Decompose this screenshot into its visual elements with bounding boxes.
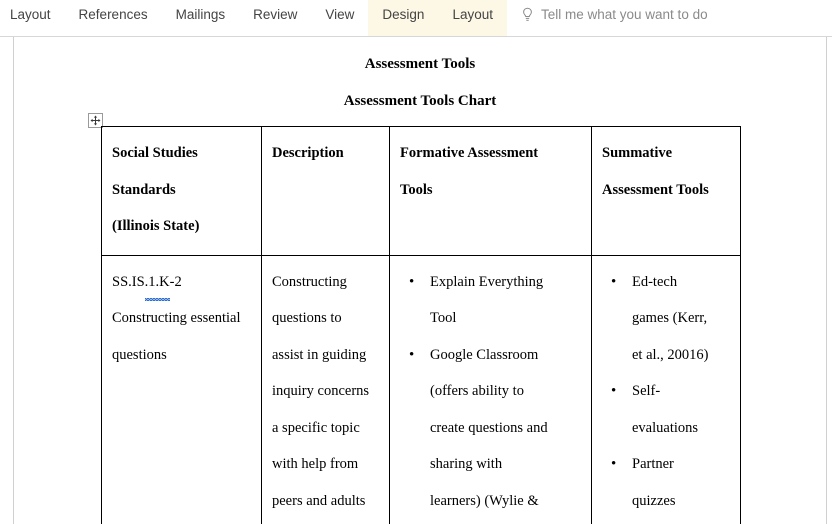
cell-line: games (Kerr, xyxy=(632,310,708,326)
table-header-cell-standards[interactable]: Social Studies Standards (Illinois State… xyxy=(101,126,262,256)
table-tools-contextual-tabs: Design Layout xyxy=(368,0,507,36)
cell-line: quizzes xyxy=(632,492,676,509)
list-item: Google Classroom (offers ability to crea… xyxy=(409,337,582,524)
cell-line: (ISBR College & xyxy=(272,519,380,524)
standard-code-prefix: SS.IS xyxy=(112,273,145,290)
table-cell-standard[interactable]: SS.IS.1.K-2 Constructing essential quest… xyxy=(101,254,262,524)
cell-line: questions xyxy=(112,346,167,363)
cell-line: Constructing xyxy=(272,273,347,290)
standard-code: SS.IS.1.K-2 xyxy=(112,264,252,301)
tab-layout-table[interactable]: Layout xyxy=(438,0,507,29)
lightbulb-icon xyxy=(521,7,534,23)
list-item: Partner quizzes xyxy=(611,446,731,519)
formative-bullet-list: Explain Everything Tool Google Classroom… xyxy=(400,264,582,524)
cell-line: Self- xyxy=(632,383,661,399)
cell-line: peers and adults xyxy=(272,492,366,509)
cell-line: a specific topic xyxy=(272,419,360,436)
tell-me-search[interactable]: Tell me what you want to do xyxy=(521,0,708,29)
standard-code-suffix: -2 xyxy=(169,273,182,290)
tab-references[interactable]: References xyxy=(65,0,162,29)
header-line: Social Studies xyxy=(112,145,198,161)
header-line: Standards xyxy=(112,181,176,198)
table-header-cell-formative[interactable]: Formative Assessment Tools xyxy=(389,126,592,256)
tab-layout-main[interactable]: Layout xyxy=(0,0,65,29)
summative-bullet-list: Ed-tech games (Kerr, et al., 20016) Self… xyxy=(602,264,731,520)
word-document-window: Layout References Mailings Review View D… xyxy=(0,0,832,524)
list-item: Ed-tech games (Kerr, et al., 20016) xyxy=(611,264,731,374)
cell-line: Partner xyxy=(632,456,674,472)
table-cell-description[interactable]: Constructing questions to assist in guid… xyxy=(261,254,390,524)
page-subtitle: Assessment Tools Chart xyxy=(343,93,497,109)
page-title: Assessment Tools xyxy=(364,56,476,72)
assessment-tools-table[interactable]: Social Studies Standards (Illinois State… xyxy=(101,126,741,524)
table-header-row: Social Studies Standards (Illinois State… xyxy=(101,126,741,256)
document-canvas[interactable]: Assessment Tools Assessment Tools Chart xyxy=(0,37,832,524)
tab-mailings[interactable]: Mailings xyxy=(162,0,240,29)
tell-me-placeholder: Tell me what you want to do xyxy=(541,7,708,22)
table-row: SS.IS.1.K-2 Constructing essential quest… xyxy=(101,254,741,524)
table-header-cell-summative[interactable]: Summative Assessment Tools xyxy=(591,126,741,256)
table-cell-formative[interactable]: Explain Everything Tool Google Classroom… xyxy=(389,254,592,524)
table-header-cell-description[interactable]: Description xyxy=(261,126,390,256)
cell-line: (offers ability to xyxy=(430,383,524,399)
cell-line: Lyon, 2020) xyxy=(430,519,582,524)
header-line: Summative xyxy=(602,145,673,161)
header-line: (Illinois State) xyxy=(112,218,200,234)
list-item: Self- evaluations xyxy=(611,373,731,446)
cell-line: assist in guiding xyxy=(272,346,367,363)
header-line: Tools xyxy=(400,181,433,198)
cell-line: et al., 20016) xyxy=(632,346,709,363)
cell-line: Google Classroom xyxy=(430,346,539,363)
cell-line: evaluations xyxy=(632,419,699,436)
list-item: Explain Everything Tool xyxy=(409,264,582,337)
cell-line: sharing with xyxy=(430,456,503,472)
cell-line: Ed-tech xyxy=(632,273,678,290)
vertical-scrollbar[interactable] xyxy=(827,37,832,524)
tab-design[interactable]: Design xyxy=(368,0,439,29)
cell-line: Tool xyxy=(430,310,457,326)
cell-line: Constructing essential xyxy=(112,310,241,326)
tab-review[interactable]: Review xyxy=(239,0,311,29)
ribbon-tab-strip: Layout References Mailings Review View D… xyxy=(0,0,832,37)
table-cell-summative[interactable]: Ed-tech games (Kerr, et al., 20016) Self… xyxy=(591,254,741,524)
spellcheck-underlined-text: .1.K xyxy=(144,264,170,301)
cell-line: questions to xyxy=(272,310,342,326)
cell-line: with help from xyxy=(272,456,359,472)
cell-line: learners) (Wylie & xyxy=(430,492,539,509)
document-page: Assessment Tools Assessment Tools Chart xyxy=(13,37,827,524)
cell-line: create questions and xyxy=(430,419,548,436)
tab-view[interactable]: View xyxy=(311,0,368,29)
header-line: Formative Assessment xyxy=(400,145,539,161)
cell-line: Explain Everything xyxy=(430,273,544,290)
assessment-tools-table-wrapper: Social Studies Standards (Illinois State… xyxy=(101,126,741,524)
cell-line: inquiry concerns xyxy=(272,383,370,399)
header-line: Assessment Tools xyxy=(602,181,709,198)
header-line: Description xyxy=(272,145,344,161)
